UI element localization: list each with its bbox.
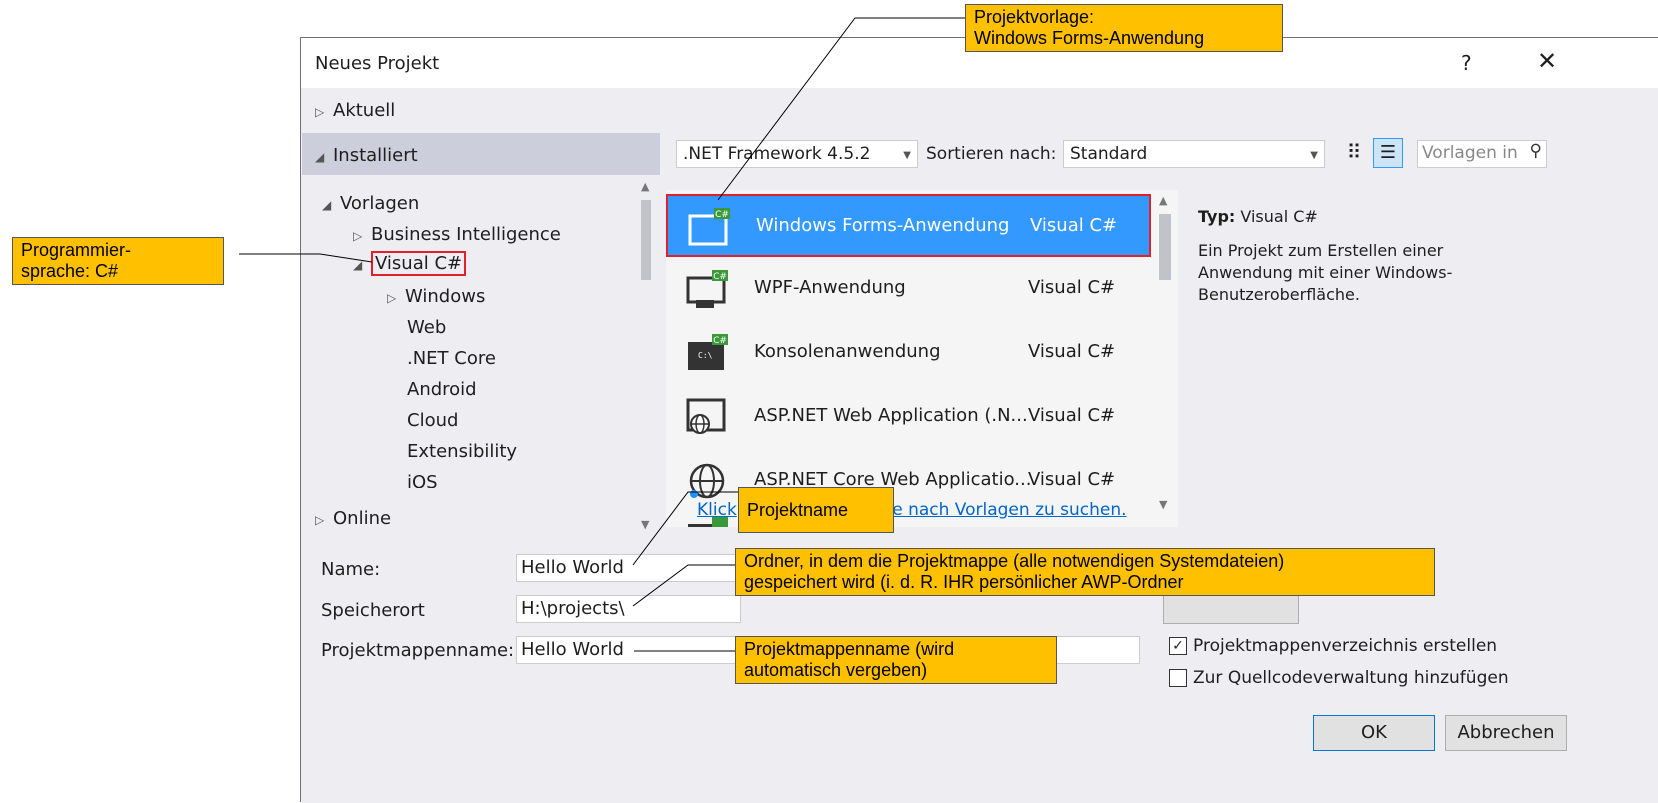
search-input[interactable]: Vorlagen in ⚲ [1417, 140, 1547, 168]
tree-item-visual-csharp[interactable]: ◢ Visual C# [353, 251, 467, 276]
template-windows-forms[interactable]: C# Windows Forms-Anwendung Visual C# [666, 194, 1151, 257]
annotation-language: Programmier- sprache: C# [12, 237, 224, 285]
help-button[interactable]: ? [1461, 51, 1472, 75]
tree-item-ios[interactable]: iOS [407, 472, 438, 488]
expand-icon: ▷ [315, 105, 325, 119]
scroll-up-icon[interactable]: ▲ [641, 180, 649, 193]
tree-item-net-core[interactable]: .NET Core [407, 348, 496, 369]
list-scroll-thumb[interactable] [1159, 214, 1171, 280]
sort-label: Sortieren nach: [926, 144, 1057, 164]
close-button[interactable]: ✕ [1537, 47, 1557, 75]
name-label: Name: [321, 559, 381, 580]
annotation-project-name: Projektname [738, 487, 894, 533]
collapse-icon: ◢ [353, 258, 363, 272]
annotation-solution-name: Projektmappenname (wird automatisch verg… [735, 636, 1057, 684]
dialog-title: Neues Projekt [315, 53, 440, 74]
tree-item-installiert[interactable]: ◢ Installiert [315, 145, 418, 166]
solution-name-label: Projektmappenname: [321, 640, 515, 661]
location-input[interactable]: H:\projects\ [516, 595, 741, 623]
template-description: Typ: Visual C# Ein Projekt zum Erstellen… [1198, 206, 1528, 306]
browse-button[interactable] [1163, 594, 1299, 624]
tree-item-business-intelligence[interactable]: ▷ Business Intelligence [353, 224, 561, 245]
description-text: Ein Projekt zum Erstellen einer Anwendun… [1198, 241, 1453, 304]
search-icon: ⚲ [1529, 141, 1542, 161]
list-view-icon[interactable]: ☰ [1373, 138, 1403, 168]
tree-item-vorlagen[interactable]: ◢ Vorlagen [322, 193, 419, 214]
tree-item-web[interactable]: Web [407, 317, 446, 338]
new-project-dialog: Neues Projekt ? ✕ ▷ Aktuell ◢ Installiert … [300, 37, 1658, 803]
console-icon: C:\ C# [688, 334, 728, 370]
svg-text:C#: C# [713, 272, 727, 282]
template-list: C# Windows Forms-Anwendung Visual C# C# … [666, 190, 1178, 527]
collapse-icon: ◢ [322, 198, 332, 212]
template-aspnet[interactable]: ASP.NET Web Application (.N... Visual C# [666, 386, 1151, 449]
grid-view-icon[interactable]: ⠿ [1341, 140, 1367, 168]
chevron-down-icon: ▼ [903, 150, 911, 161]
collapse-icon: ◢ [315, 150, 325, 164]
source-control-checkbox[interactable]: Zur Quellcodeverwaltung hinzufügen [1169, 668, 1509, 688]
template-list-scrollbar[interactable]: ▲ ▼ [1154, 194, 1176, 528]
cancel-button[interactable]: Abbrechen [1445, 715, 1567, 751]
annotation-folder: Ordner, in dem die Projektmappe (alle no… [735, 548, 1435, 596]
svg-text:C#: C# [715, 210, 729, 220]
scroll-up-icon[interactable]: ▲ [1159, 194, 1167, 207]
annotation-template: Projektvorlage: Windows Forms-Anwendung [965, 4, 1283, 52]
tree-item-extensibility[interactable]: Extensibility [407, 441, 517, 462]
type-label: Typ: [1198, 207, 1236, 226]
sort-select[interactable]: Standard ▼ [1063, 140, 1325, 168]
online-search-link-start[interactable]: Klick [697, 500, 737, 520]
tree-item-windows[interactable]: ▷ Windows [387, 286, 485, 307]
tree-item-cloud[interactable]: Cloud [407, 410, 458, 431]
svg-text:C:\: C:\ [698, 351, 713, 360]
tree-item-aktuell[interactable]: ▷ Aktuell [315, 100, 395, 121]
scroll-down-icon[interactable]: ▼ [641, 518, 649, 531]
checkmark-icon: ✓ [1169, 637, 1187, 655]
svg-text:C#: C# [713, 336, 727, 346]
tree-item-online[interactable]: ▷ Online [315, 508, 391, 529]
framework-select[interactable]: .NET Framework 4.5.2 ▼ [676, 140, 918, 168]
expand-icon: ▷ [353, 229, 363, 243]
windows-forms-icon: C# [688, 208, 730, 246]
expand-icon: ▷ [315, 513, 325, 527]
create-directory-checkbox[interactable]: ✓ Projektmappenverzeichnis erstellen [1169, 636, 1497, 656]
ok-button[interactable]: OK [1313, 715, 1435, 751]
template-console[interactable]: C:\ C# Konsolenanwendung Visual C# [666, 322, 1151, 385]
type-value: Visual C# [1240, 207, 1318, 226]
web-application-icon [686, 398, 726, 434]
globe-icon [689, 463, 725, 499]
tree-scroll-thumb[interactable] [641, 200, 651, 280]
location-label: Speicherort [321, 600, 425, 621]
expand-icon: ▷ [387, 291, 397, 305]
tree-item-android[interactable]: Android [407, 379, 477, 400]
name-input[interactable]: Hello World [516, 554, 741, 582]
scroll-down-icon[interactable]: ▼ [1159, 498, 1167, 511]
chevron-down-icon: ▼ [1310, 150, 1318, 161]
template-wpf[interactable]: C# WPF-Anwendung Visual C# [666, 258, 1151, 321]
tree-scrollbar[interactable]: ▲ ▼ [636, 180, 656, 540]
dialog-body: ▷ Aktuell ◢ Installiert ◢ Vorlagen ▷ Busines… [301, 88, 1658, 803]
online-search-link-end[interactable]: line nach Vorlagen zu suchen. [872, 500, 1127, 520]
wpf-icon: C# [686, 270, 728, 308]
